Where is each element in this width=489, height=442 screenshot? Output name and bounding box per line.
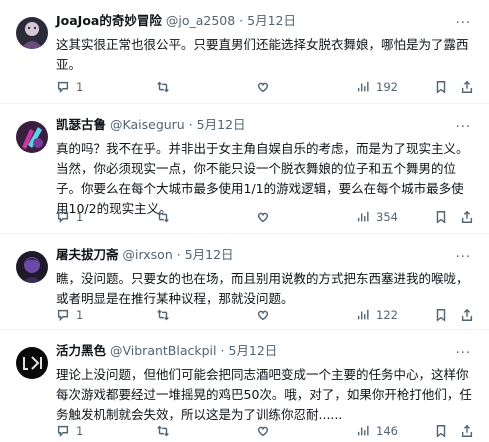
analytics-icon — [357, 81, 369, 92]
tweet-actions: 1 192 — [56, 78, 480, 96]
view-count: 354 — [376, 210, 398, 224]
timestamp[interactable]: · 5月12日 — [189, 117, 246, 132]
tweet-actions: 1 354 — [56, 208, 480, 226]
bookmark-icon — [436, 309, 446, 322]
analytics-icon — [357, 425, 369, 436]
tweet-actions: 1 146 — [56, 422, 480, 440]
bookmark-icon — [436, 211, 446, 224]
tweet-actions: 1 122 — [56, 306, 480, 324]
retweet-icon — [157, 309, 169, 321]
tweet-text: 这其实很正常也很公平。只要直男们还能选择女脱衣舞娘，哪怕是为了露西亚。 — [56, 37, 469, 72]
avatar[interactable] — [16, 251, 48, 283]
analytics-icon — [357, 309, 369, 320]
more-options-icon[interactable]: ··· — [456, 250, 471, 265]
reply-icon — [57, 81, 69, 94]
share-icon — [461, 210, 473, 223]
share-icon — [461, 308, 473, 321]
retweet-icon — [157, 211, 169, 223]
like-button[interactable] — [256, 422, 270, 440]
tweet[interactable]: JoaJoa的奇妙冒险 @jo_a2508 · 5月12日 ··· 这其实很正常… — [0, 0, 489, 104]
display-name[interactable]: 凯瑟古鲁 — [56, 117, 106, 132]
tweet-feed: JoaJoa的奇妙冒险 @jo_a2508 · 5月12日 ··· 这其实很正常… — [0, 0, 489, 442]
more-options-icon[interactable]: ··· — [456, 16, 471, 31]
reply-count: 1 — [76, 210, 84, 224]
user-handle[interactable]: @irxson — [123, 247, 173, 262]
bookmark-button[interactable] — [434, 422, 448, 440]
retweet-icon — [157, 81, 169, 93]
tweet-text: 真的吗？我不在乎。并非出于女主角自娱自乐的考虑，而是为了现实主义。当然，你必须现… — [56, 141, 469, 216]
bookmark-button[interactable] — [434, 306, 448, 324]
tweet[interactable]: 凯瑟古鲁 @Kaiseguru · 5月12日 ··· 真的吗？我不在乎。并非出… — [0, 104, 489, 234]
retweet-button[interactable] — [156, 208, 170, 226]
share-icon — [461, 424, 473, 437]
heart-icon — [257, 82, 269, 93]
tweet[interactable]: 活力黑色 @VibrantBlackpil · 5月12日 ··· 理论上没问题… — [0, 330, 489, 442]
bookmark-icon — [436, 425, 446, 438]
timestamp[interactable]: · 5月12日 — [221, 343, 278, 358]
tweet-header: 凯瑟古鲁 @Kaiseguru · 5月12日 — [56, 117, 246, 133]
reply-button[interactable]: 1 — [56, 78, 83, 96]
bookmark-button[interactable] — [434, 208, 448, 226]
reply-icon — [57, 211, 69, 224]
tweet[interactable]: 屠夫拔刀斋 @irxson · 5月12日 ··· 瞧，没问题。只要女的也在场，… — [0, 234, 489, 330]
reply-button[interactable]: 1 — [56, 306, 83, 324]
heart-icon — [257, 426, 269, 437]
retweet-button[interactable] — [156, 306, 170, 324]
user-handle[interactable]: @VibrantBlackpil — [110, 343, 217, 358]
like-button[interactable] — [256, 78, 270, 96]
share-button[interactable] — [460, 78, 474, 96]
retweet-button[interactable] — [156, 422, 170, 440]
bookmark-button[interactable] — [434, 78, 448, 96]
display-name[interactable]: 活力黑色 — [56, 343, 106, 358]
views-button[interactable]: 122 — [356, 306, 398, 324]
reply-icon — [57, 309, 69, 322]
retweet-button[interactable] — [156, 78, 170, 96]
share-icon — [461, 80, 473, 93]
views-button[interactable]: 192 — [356, 78, 398, 96]
share-button[interactable] — [460, 306, 474, 324]
timestamp[interactable]: · 5月12日 — [239, 13, 296, 28]
reply-icon — [57, 425, 69, 438]
tweet-header: 活力黑色 @VibrantBlackpil · 5月12日 — [56, 343, 277, 359]
more-options-icon[interactable]: ··· — [456, 120, 471, 135]
tweet-header: JoaJoa的奇妙冒险 @jo_a2508 · 5月12日 — [56, 13, 296, 29]
tweet-header: 屠夫拔刀斋 @irxson · 5月12日 — [56, 247, 234, 263]
retweet-icon — [157, 425, 169, 437]
views-button[interactable]: 354 — [356, 208, 398, 226]
display-name[interactable]: JoaJoa的奇妙冒险 — [56, 13, 162, 28]
like-button[interactable] — [256, 306, 270, 324]
view-count: 122 — [376, 308, 398, 322]
reply-button[interactable]: 1 — [56, 208, 83, 226]
like-button[interactable] — [256, 208, 270, 226]
reply-count: 1 — [76, 424, 84, 438]
display-name[interactable]: 屠夫拔刀斋 — [56, 247, 119, 262]
reply-button[interactable]: 1 — [56, 422, 83, 440]
avatar[interactable] — [16, 347, 48, 379]
reply-count: 1 — [76, 80, 84, 94]
bookmark-icon — [436, 81, 446, 94]
heart-icon — [257, 212, 269, 223]
tweet-text: 理论上没问题，但他们可能会把同志酒吧变成一个主要的任务中心，这样你每次游戏都要经… — [56, 367, 472, 422]
avatar[interactable] — [16, 121, 48, 153]
avatar[interactable] — [16, 17, 48, 49]
reply-count: 1 — [76, 308, 84, 322]
user-handle[interactable]: @jo_a2508 — [166, 13, 235, 28]
more-options-icon[interactable]: ··· — [456, 346, 471, 361]
view-count: 146 — [376, 424, 398, 438]
share-button[interactable] — [460, 208, 474, 226]
views-button[interactable]: 146 — [356, 422, 398, 440]
tweet-text: 瞧，没问题。只要女的也在场，而且别用说教的方式把东西塞进我的喉咙，或者明显是在推… — [56, 271, 469, 306]
view-count: 192 — [376, 80, 398, 94]
timestamp[interactable]: · 5月12日 — [177, 247, 234, 262]
user-handle[interactable]: @Kaiseguru — [110, 117, 185, 132]
heart-icon — [257, 310, 269, 321]
share-button[interactable] — [460, 422, 474, 440]
analytics-icon — [357, 211, 369, 222]
